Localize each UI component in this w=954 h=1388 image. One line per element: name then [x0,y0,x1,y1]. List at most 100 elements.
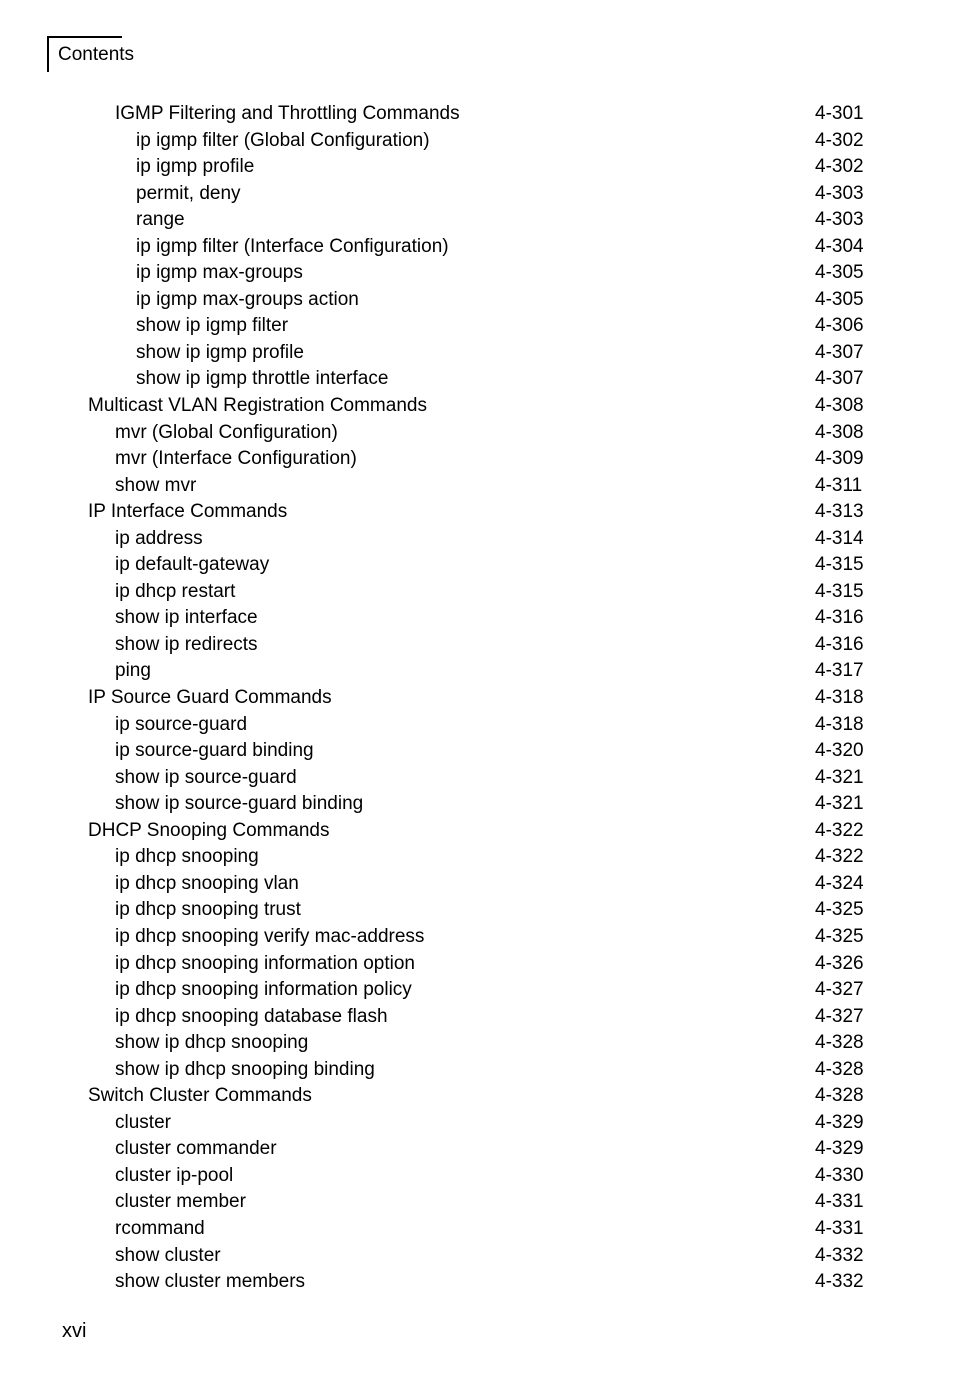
toc-entry-page-number: 4-314 [815,527,864,549]
toc-entry-page-number: 4-324 [815,872,864,894]
toc-entry-label: ip igmp max-groups [136,262,303,284]
toc-entry-label: IP Source Guard Commands [88,687,332,709]
toc-entry-label: show ip redirects [115,633,258,655]
toc-entry[interactable]: ip dhcp snooping information policy 4-327 [0,977,954,1004]
toc-entry[interactable]: show ip dhcp snooping 4-328 [0,1030,954,1057]
toc-entry[interactable]: cluster ip-pool 4-330 [0,1163,954,1190]
toc-entry[interactable]: show ip igmp filter 4-306 [0,313,954,340]
toc-entry[interactable]: cluster member 4-331 [0,1189,954,1216]
toc-entry-page-number: 4-331 [815,1217,864,1239]
toc-entry[interactable]: show ip dhcp snooping binding 4-328 [0,1057,954,1084]
toc-entry-page-number: 4-303 [815,182,864,204]
toc-entry[interactable]: IP Source Guard Commands 4-318 [0,685,954,712]
toc-entry-page-number: 4-302 [815,156,864,178]
toc-entry-label: show ip dhcp snooping binding [115,1058,375,1080]
toc-entry-page-number: 4-307 [815,368,864,390]
toc-entry-page-number: 4-311 [815,474,863,496]
toc-entry[interactable]: mvr (Interface Configuration) 4-309 [0,446,954,473]
toc-entry-label: ping [115,660,151,682]
toc-entry[interactable]: IP Interface Commands 4-313 [0,499,954,526]
toc-entry-page-number: 4-325 [815,925,864,947]
toc-entry[interactable]: ip igmp profile 4-302 [0,154,954,181]
toc-entry[interactable]: show mvr 4-311 [0,473,954,500]
toc-entry-label: show cluster [115,1244,221,1266]
toc-entry[interactable]: ip dhcp restart 4-315 [0,579,954,606]
toc-entry[interactable]: Switch Cluster Commands 4-328 [0,1083,954,1110]
toc-entry-label: DHCP Snooping Commands [88,819,330,841]
toc-entry-label: range [136,209,185,231]
toc-entry[interactable]: ip igmp filter (Interface Configuration)… [0,234,954,261]
toc-entry[interactable]: ip igmp filter (Global Configuration) 4-3… [0,128,954,155]
toc-entry[interactable]: show cluster 4-332 [0,1243,954,1270]
toc-entry-page-number: 4-317 [815,660,864,682]
table-of-contents: IGMP Filtering and Throttling Commands 4-… [0,101,954,1296]
toc-entry[interactable]: ip source-guard 4-318 [0,712,954,739]
toc-entry-label: cluster [115,1111,171,1133]
toc-entry[interactable]: DHCP Snooping Commands 4-322 [0,818,954,845]
toc-entry[interactable]: range 4-303 [0,207,954,234]
toc-entry-label: show ip interface [115,607,258,629]
page-number-footer: xvi [62,1320,87,1342]
toc-entry[interactable]: ip address 4-314 [0,526,954,553]
toc-entry-page-number: 4-322 [815,846,864,868]
toc-entry[interactable]: show ip interface 4-316 [0,605,954,632]
toc-entry[interactable]: Multicast VLAN Registration Commands 4-30… [0,393,954,420]
toc-entry-page-number: 4-327 [815,1005,864,1027]
toc-entry-label: cluster member [115,1191,246,1213]
header-rule-left [47,36,49,72]
toc-entry[interactable]: ip dhcp snooping vlan 4-324 [0,871,954,898]
toc-entry[interactable]: show ip igmp throttle interface 4-307 [0,366,954,393]
toc-entry-page-number: 4-331 [815,1191,864,1213]
toc-entry-page-number: 4-329 [815,1138,864,1160]
toc-entry-label: IGMP Filtering and Throttling Commands [115,103,460,124]
toc-entry-page-number: 4-330 [815,1164,864,1186]
toc-entry[interactable]: ip dhcp snooping trust 4-325 [0,897,954,924]
toc-entry[interactable]: ip dhcp snooping information option 4-326 [0,951,954,978]
toc-entry[interactable]: ip dhcp snooping database flash 4-327 [0,1004,954,1031]
toc-entry[interactable]: show ip source-guard binding 4-321 [0,791,954,818]
toc-entry-page-number: 4-329 [815,1111,864,1133]
header-title: Contents [58,44,135,65]
toc-entry[interactable]: cluster commander 4-329 [0,1136,954,1163]
toc-entry-page-number: 4-308 [815,421,864,443]
toc-entry[interactable]: ip igmp max-groups action 4-305 [0,287,954,314]
toc-entry-page-number: 4-316 [815,633,864,655]
toc-entry-page-number: 4-303 [815,209,864,231]
toc-entry-page-number: 4-304 [815,235,864,257]
toc-entry[interactable]: ping 4-317 [0,658,954,685]
toc-entry-page-number: 4-328 [815,1058,864,1080]
toc-entry[interactable]: show cluster members 4-332 [0,1269,954,1296]
toc-entry-page-number: 4-301 [815,103,864,124]
toc-entry[interactable]: IGMP Filtering and Throttling Commands 4-… [0,101,954,128]
toc-entry-page-number: 4-321 [815,793,864,815]
toc-entry[interactable]: show ip source-guard 4-321 [0,765,954,792]
toc-entry[interactable]: ip dhcp snooping 4-322 [0,844,954,871]
toc-entry-page-number: 4-318 [815,713,864,735]
toc-entry[interactable]: permit, deny 4-303 [0,181,954,208]
toc-entry-page-number: 4-328 [815,1032,864,1054]
toc-entry[interactable]: show ip redirects 4-316 [0,632,954,659]
toc-entry-page-number: 4-305 [815,262,864,284]
toc-entry-page-number: 4-320 [815,740,864,762]
toc-entry-label: ip igmp max-groups action [136,288,359,310]
toc-entry[interactable]: rcommand 4-331 [0,1216,954,1243]
toc-entry-label: ip source-guard [115,713,248,735]
toc-entry-label: ip dhcp snooping vlan [115,872,299,894]
toc-entry[interactable]: show ip igmp profile 4-307 [0,340,954,367]
toc-entry-label: ip igmp profile [136,156,255,178]
toc-entry-label: show ip igmp profile [136,341,304,363]
toc-entry-page-number: 4-321 [815,766,864,788]
toc-entry[interactable]: ip default-gateway 4-315 [0,552,954,579]
running-header: Contents [47,36,247,82]
toc-entry[interactable]: ip igmp max-groups 4-305 [0,260,954,287]
toc-entry-page-number: 4-305 [815,288,864,310]
toc-entry-page-number: 4-306 [815,315,864,337]
toc-entry[interactable]: cluster 4-329 [0,1110,954,1137]
toc-entry-page-number: 4-316 [815,607,864,629]
toc-entry[interactable]: ip dhcp snooping verify mac-address 4-325 [0,924,954,951]
toc-entry[interactable]: ip source-guard binding 4-320 [0,738,954,765]
toc-entry-label: ip dhcp snooping information policy [115,979,412,1001]
toc-entry-label: mvr (Interface Configuration) [115,448,357,470]
toc-entry-label: ip dhcp snooping database flash [115,1005,388,1027]
toc-entry[interactable]: mvr (Global Configuration) 4-308 [0,420,954,447]
